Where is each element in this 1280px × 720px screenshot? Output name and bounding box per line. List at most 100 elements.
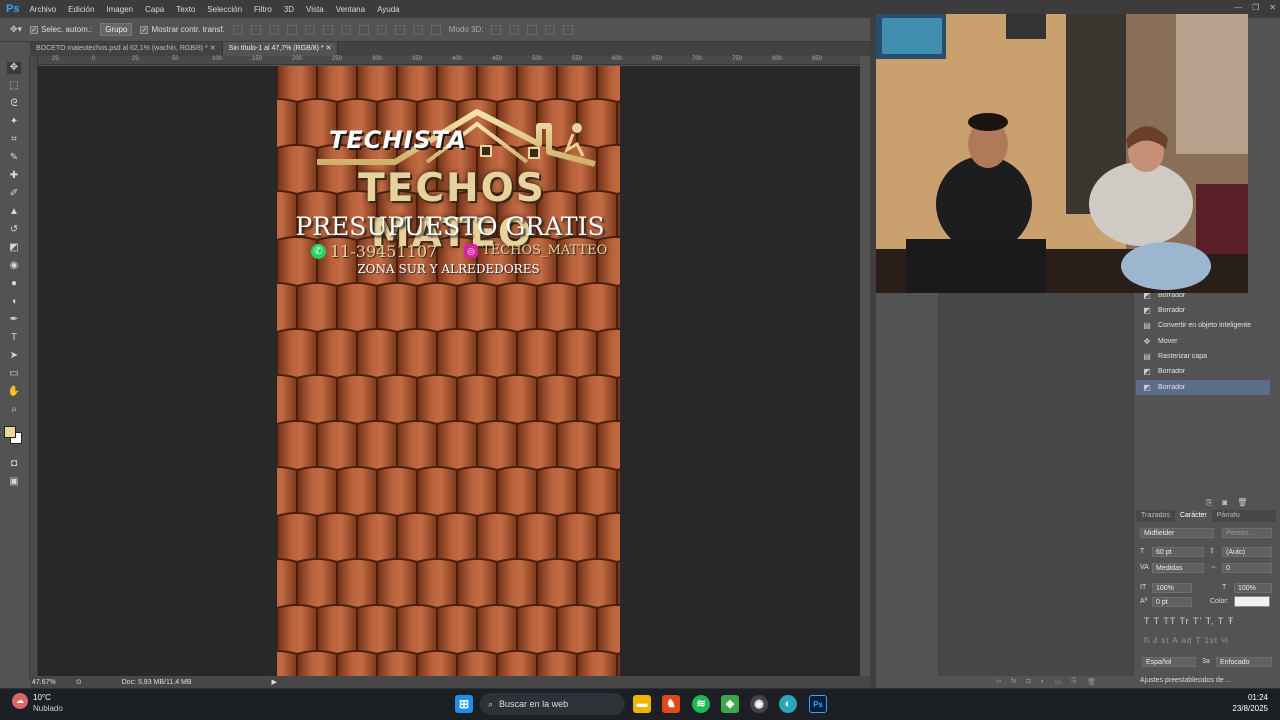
history-brush-icon[interactable]: ↺	[7, 224, 21, 236]
align-center-icon[interactable]	[304, 24, 315, 35]
history-item[interactable]: ◩ Borrador	[1136, 303, 1270, 318]
roll3d-icon[interactable]	[509, 24, 520, 35]
tab-parrafo[interactable]: Párrafo	[1212, 510, 1245, 522]
antialias-select[interactable]: Enfocado	[1216, 657, 1272, 667]
drag3d-icon[interactable]	[527, 24, 538, 35]
shape-tool-icon[interactable]: ▭	[7, 368, 21, 380]
menu-3d[interactable]: 3D	[278, 5, 300, 14]
doc-info-icon[interactable]: ⊙	[76, 678, 82, 686]
menu-capa[interactable]: Capa	[139, 5, 170, 14]
new-layer-icon[interactable]: ⎘	[1072, 678, 1078, 686]
font-family-field[interactable]: Midfielder	[1140, 528, 1214, 538]
quick-mask-icon[interactable]: ◘	[7, 458, 21, 470]
magic-wand-icon[interactable]: ✦	[7, 116, 21, 128]
font-size-field[interactable]: 60 pt	[1152, 547, 1204, 557]
history-item[interactable]: ◩ Borrador	[1136, 364, 1270, 379]
spotify-icon[interactable]: ≋	[692, 695, 710, 713]
vertical-scale-field[interactable]: 100%	[1152, 583, 1192, 593]
obs-recording-icon[interactable]: ◉	[750, 695, 768, 713]
auto-align-icon[interactable]	[430, 24, 441, 35]
align-middle-icon[interactable]	[250, 24, 261, 35]
hand-tool-icon[interactable]: ✋	[7, 386, 21, 398]
eraser-tool-icon[interactable]: ◩	[7, 242, 21, 254]
slide3d-icon[interactable]	[545, 24, 556, 35]
auto-select-checkbox[interactable]: ✓ Selec. autom.:	[30, 25, 92, 34]
clock-time[interactable]: 01:24	[1230, 693, 1268, 702]
screen-mode-icon[interactable]: ▣	[7, 476, 21, 488]
marquee-tool-icon[interactable]: ⬚	[7, 80, 21, 92]
adjustment-icon[interactable]: ◐	[1041, 678, 1045, 686]
history-item-current[interactable]: ◩ Borrador	[1136, 380, 1270, 395]
zoom-level[interactable]: 47.67%	[32, 679, 56, 686]
history-item[interactable]: ▤ Convertir en objeto inteligente	[1136, 318, 1270, 333]
edge-browser-icon[interactable]: ◐	[779, 695, 797, 713]
history-item[interactable]: ▤ Rasterizar capa	[1136, 349, 1270, 364]
pen-tool-icon[interactable]: ✒	[7, 314, 21, 326]
align-top-icon[interactable]	[232, 24, 243, 35]
auto-select-dropdown[interactable]: Grupo	[100, 23, 133, 36]
history-item[interactable]: ✥ Mover	[1136, 334, 1270, 349]
tab-boceto[interactable]: BOCETO mateotechos.psd al 62,1% (wachin,…	[30, 42, 223, 56]
brush-tool-icon[interactable]: ✐	[7, 188, 21, 200]
rotate3d-icon[interactable]	[491, 24, 502, 35]
windows-start-icon[interactable]: ⊞	[455, 695, 473, 713]
menu-vista[interactable]: Vista	[300, 5, 330, 14]
menu-ventana[interactable]: Ventana	[330, 5, 371, 14]
minimize-icon[interactable]: —	[1234, 3, 1242, 12]
menu-seleccion[interactable]: Selección	[201, 5, 248, 14]
camera-icon[interactable]: ◙	[1222, 498, 1227, 508]
mask-icon[interactable]: ◘	[1026, 678, 1030, 686]
tab-sin-titulo[interactable]: Sin título-1 al 47,7% (RGB/8) * ✕	[222, 42, 339, 56]
vertical-ruler[interactable]	[30, 56, 38, 676]
text-color-swatch[interactable]	[1234, 596, 1270, 607]
glyph-style-buttons[interactable]: T T TT Tr T' T, T Ŧ	[1144, 616, 1234, 626]
crop-tool-icon[interactable]: ⌗	[7, 134, 21, 146]
lasso-tool-icon[interactable]: ᘓ	[7, 98, 21, 110]
menu-edicion[interactable]: Edición	[62, 5, 100, 14]
fx-icon[interactable]: fx	[1011, 678, 1016, 686]
font-style-field[interactable]: Person...	[1222, 528, 1272, 538]
trash-icon[interactable]: 🗑	[1087, 678, 1096, 686]
weather-icon[interactable]: ☁	[12, 693, 28, 709]
menu-ayuda[interactable]: Ayuda	[371, 5, 406, 14]
healing-brush-icon[interactable]: ✚	[7, 170, 21, 182]
trash-icon[interactable]: 🗑	[1237, 498, 1247, 508]
leading-field[interactable]: (Auto)	[1222, 547, 1272, 557]
weather-temp[interactable]: 10°C	[33, 693, 51, 702]
language-select[interactable]: Español	[1142, 657, 1196, 667]
presets-tab[interactable]: Ajustes preestablecidos de ...	[1140, 677, 1276, 687]
taskbar-search[interactable]: ⌕ Buscar en la web	[480, 693, 625, 715]
distribute-bottom-icon[interactable]	[376, 24, 387, 35]
align-bottom-icon[interactable]	[268, 24, 279, 35]
status-arrow-icon[interactable]: ▶	[272, 678, 277, 686]
photoshop-taskbar-icon[interactable]: Ps	[809, 695, 827, 713]
menu-archivo[interactable]: Archivo	[23, 5, 62, 14]
zoom-tool-icon[interactable]: ⌕	[7, 404, 21, 416]
baseline-field[interactable]: 0 pt	[1152, 597, 1192, 607]
brave-browser-icon[interactable]: ♞	[662, 695, 680, 713]
align-left-icon[interactable]	[286, 24, 297, 35]
horizontal-scale-field[interactable]: 100%	[1234, 583, 1272, 593]
maximize-icon[interactable]: ❐	[1252, 3, 1259, 12]
foreground-color-swatch[interactable]	[4, 426, 16, 438]
kerning-field[interactable]: Medidas	[1152, 563, 1204, 573]
clone-stamp-icon[interactable]: ▲	[7, 206, 21, 218]
distribute-center-icon[interactable]	[412, 24, 423, 35]
path-selection-icon[interactable]: ➤	[7, 350, 21, 362]
distribute-left-icon[interactable]	[394, 24, 405, 35]
dodge-tool-icon[interactable]: ◖	[7, 296, 21, 308]
menu-imagen[interactable]: Imagen	[100, 5, 139, 14]
paint-bucket-icon[interactable]: ◉	[7, 260, 21, 272]
move-tool-icon[interactable]: ✥	[7, 62, 21, 74]
show-transform-checkbox[interactable]: ✓ Mostrar contr. transf.	[140, 25, 225, 34]
folder-icon[interactable]: ▭	[1055, 678, 1062, 686]
horizontal-ruler[interactable]: 25 0 25 50 100 150 200 250 300 350 400 450 500 550 600…	[38, 56, 860, 65]
move-tool-icon[interactable]: ✥▾	[10, 24, 22, 35]
menu-filtro[interactable]: Filtro	[248, 5, 278, 14]
distribute-middle-icon[interactable]	[358, 24, 369, 35]
type-tool-icon[interactable]: T	[7, 332, 21, 344]
link-layers-icon[interactable]: ∞	[996, 678, 1001, 686]
tab-caracter[interactable]: Carácter	[1174, 510, 1212, 522]
file-explorer-icon[interactable]: ▬	[633, 695, 651, 713]
android-app-icon[interactable]: ◆	[721, 695, 739, 713]
